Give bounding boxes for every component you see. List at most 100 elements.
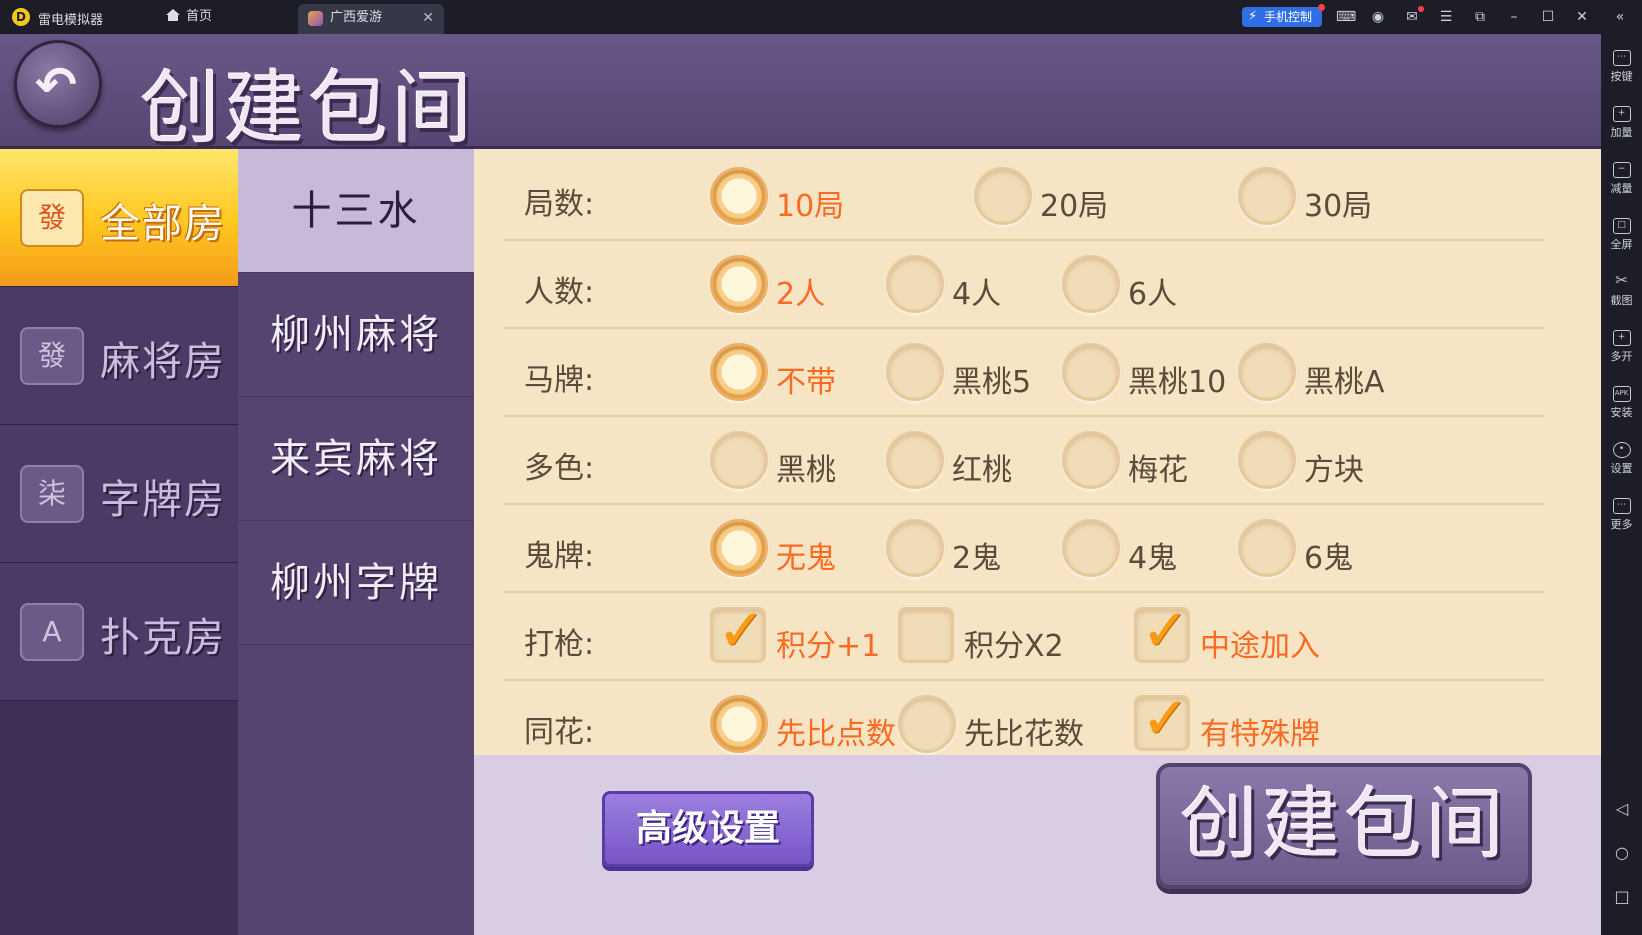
android-home-icon[interactable]: ○ bbox=[1613, 844, 1631, 862]
radio-unselected[interactable] bbox=[1062, 431, 1120, 489]
radio-unselected[interactable] bbox=[710, 431, 768, 489]
game-item-liuzhou-zipai[interactable]: 柳州字牌 bbox=[238, 521, 474, 645]
checkmark-icon: ✓ bbox=[1141, 596, 1190, 664]
close-window-icon[interactable]: ✕ bbox=[1574, 9, 1590, 25]
word-cards-icon: 柒 bbox=[20, 465, 84, 523]
close-tab-icon[interactable]: ✕ bbox=[422, 4, 434, 32]
toolbar-keyboard[interactable]: ⋯ 按键 bbox=[1601, 40, 1642, 90]
radio-unselected[interactable] bbox=[886, 343, 944, 401]
category-label: 字牌房 bbox=[100, 477, 226, 523]
option-label: 积分+1 bbox=[776, 629, 881, 664]
game-item-shisanshui[interactable]: 十三水 bbox=[238, 149, 474, 273]
option-label: 6鬼 bbox=[1304, 541, 1354, 576]
checkbox-unchecked[interactable] bbox=[898, 607, 954, 663]
radio-selected[interactable] bbox=[710, 695, 768, 753]
radio-unselected[interactable] bbox=[886, 255, 944, 313]
toolbar-screenshot[interactable]: ✂ 截图 bbox=[1601, 264, 1642, 314]
option-row-horse-card: 马牌: 不带 黑桃5 黑桃10 黑桃A bbox=[504, 329, 1544, 417]
radio-unselected[interactable] bbox=[1062, 255, 1120, 313]
game-screen: ↶ 创建包间 發 全部房 發 麻将房 柒 字牌房 A 扑克房 十三水 柳州麻将 … bbox=[0, 34, 1601, 935]
option-row-gun: 打枪: ✓ 积分+1 积分X2 ✓ 中途加入 bbox=[504, 593, 1544, 681]
radio-unselected[interactable] bbox=[1238, 519, 1296, 577]
collapse-sidebar-icon[interactable]: « bbox=[1612, 9, 1628, 25]
radio-selected[interactable] bbox=[710, 255, 768, 313]
toolbar-settings[interactable]: • 设置 bbox=[1601, 432, 1642, 482]
more-icon: ⋯ bbox=[1612, 498, 1631, 514]
category-all-rooms[interactable]: 發 全部房 bbox=[0, 149, 238, 287]
toolbar-label: 截图 bbox=[1610, 294, 1633, 307]
game-item-liuzhou-mahjong[interactable]: 柳州麻将 bbox=[238, 273, 474, 397]
category-mahjong-rooms[interactable]: 發 麻将房 bbox=[0, 287, 238, 425]
option-label: 20局 bbox=[1040, 189, 1109, 224]
keyboard-icon: ⋯ bbox=[1612, 50, 1631, 66]
maximize-icon[interactable]: ☐ bbox=[1540, 9, 1556, 25]
radio-selected[interactable] bbox=[710, 343, 768, 401]
radio-unselected[interactable] bbox=[886, 431, 944, 489]
tab-game[interactable]: 广西爱游 ✕ bbox=[298, 4, 444, 34]
toolbar-install-apk[interactable]: APK 安装 bbox=[1601, 376, 1642, 426]
toolbar-label: 按键 bbox=[1610, 70, 1633, 83]
mahjong-dice-icon: 發 bbox=[20, 327, 84, 385]
radio-unselected[interactable] bbox=[1062, 519, 1120, 577]
back-button[interactable]: ↶ bbox=[14, 40, 102, 128]
mail-icon[interactable]: ✉ bbox=[1404, 6, 1424, 25]
create-room-button[interactable]: 创建包间 bbox=[1156, 763, 1532, 889]
minimize-icon[interactable]: – bbox=[1506, 9, 1522, 25]
account-icon[interactable]: ◉ bbox=[1370, 9, 1386, 25]
radio-unselected[interactable] bbox=[1062, 343, 1120, 401]
toolbar-label: 加量 bbox=[1610, 126, 1633, 139]
toolbar-label: 设置 bbox=[1610, 462, 1633, 475]
restore-window-icon[interactable]: ⧉ bbox=[1472, 9, 1488, 25]
option-label: 不带 bbox=[776, 365, 836, 400]
tab-home[interactable]: 首页 bbox=[158, 2, 296, 32]
android-recents-icon[interactable]: □ bbox=[1613, 888, 1631, 906]
radio-unselected[interactable] bbox=[974, 167, 1032, 225]
tab-home-label: 首页 bbox=[186, 9, 213, 24]
row-label: 局数: bbox=[524, 187, 595, 222]
radio-unselected[interactable] bbox=[1238, 343, 1296, 401]
header: ↶ 创建包间 bbox=[0, 34, 1601, 155]
category-label: 扑克房 bbox=[100, 615, 226, 661]
option-label: 积分X2 bbox=[964, 629, 1064, 664]
radio-unselected[interactable] bbox=[1238, 167, 1296, 225]
radio-unselected[interactable] bbox=[886, 519, 944, 577]
emulator-logo-icon: D bbox=[12, 8, 30, 26]
checkbox-checked[interactable]: ✓ bbox=[1134, 596, 1190, 664]
checkmark-icon: ✓ bbox=[1141, 684, 1190, 752]
row-label: 人数: bbox=[524, 275, 595, 310]
android-back-icon[interactable]: ◁ bbox=[1613, 800, 1631, 818]
radio-selected[interactable] bbox=[710, 167, 768, 225]
toolbar-volume-down[interactable]: − 减量 bbox=[1601, 152, 1642, 202]
phone-control-button[interactable]: ⚡ 手机控制 bbox=[1242, 4, 1325, 27]
radio-selected[interactable] bbox=[710, 519, 768, 577]
volume-down-icon: − bbox=[1612, 162, 1631, 178]
radio-unselected[interactable] bbox=[898, 695, 956, 753]
toolbar-multi-open[interactable]: + 多开 bbox=[1601, 320, 1642, 370]
checkbox-checked[interactable]: ✓ bbox=[1134, 684, 1190, 752]
fullscreen-icon: □ bbox=[1612, 218, 1631, 234]
bottom-action-bar: 高级设置 创建包间 bbox=[474, 755, 1601, 935]
game-item-laibin-mahjong[interactable]: 来宾麻将 bbox=[238, 397, 474, 521]
toolbar-label: 安装 bbox=[1610, 406, 1633, 419]
radio-unselected[interactable] bbox=[1238, 431, 1296, 489]
gamepad-icon[interactable]: ⌨ bbox=[1336, 9, 1356, 25]
option-label: 中途加入 bbox=[1200, 629, 1320, 664]
toolbar-label: 多开 bbox=[1610, 350, 1633, 363]
toolbar-volume-up[interactable]: + 加量 bbox=[1601, 96, 1642, 146]
advanced-settings-button[interactable]: 高级设置 bbox=[602, 791, 814, 867]
menu-icon[interactable]: ☰ bbox=[1438, 9, 1454, 25]
home-icon bbox=[166, 9, 180, 21]
toolbar-fullscreen[interactable]: □ 全屏 bbox=[1601, 208, 1642, 258]
category-word-card-rooms[interactable]: 柒 字牌房 bbox=[0, 425, 238, 563]
toolbar-more[interactable]: ⋯ 更多 bbox=[1601, 488, 1642, 538]
option-label: 30局 bbox=[1304, 189, 1373, 224]
bolt-icon: ⚡ bbox=[1248, 9, 1258, 24]
category-poker-rooms[interactable]: A 扑克房 bbox=[0, 563, 238, 701]
apk-icon: APK bbox=[1612, 386, 1631, 402]
back-arrow-icon: ↶ bbox=[35, 56, 77, 114]
mahjong-dice-icon: 發 bbox=[20, 189, 84, 247]
category-label: 麻将房 bbox=[100, 339, 226, 385]
option-label: 无鬼 bbox=[776, 541, 836, 576]
checkbox-checked[interactable]: ✓ bbox=[710, 596, 766, 664]
phone-control-label: 手机控制 bbox=[1264, 10, 1313, 24]
